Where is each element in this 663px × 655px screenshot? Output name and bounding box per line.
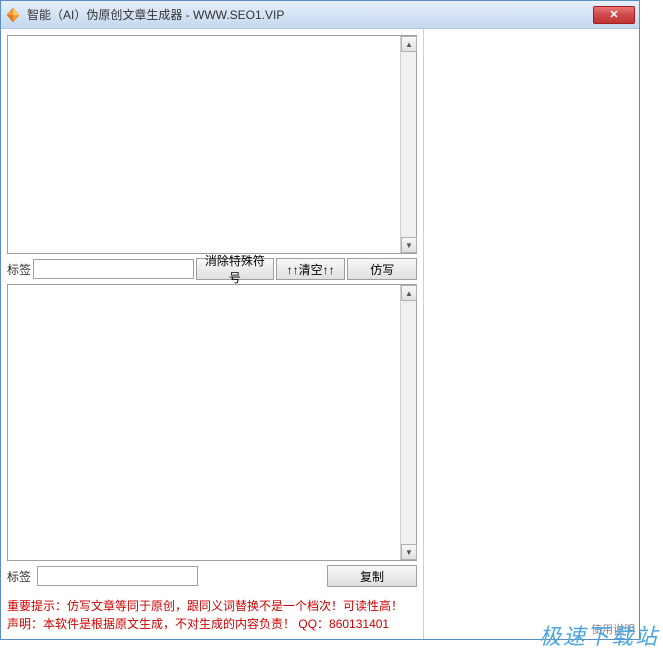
window-title: 智能（AI）伪原创文章生成器 - WWW.SEO1.VIP [27, 6, 593, 23]
output-textarea[interactable] [8, 285, 400, 560]
notice-line-1: 重要提示：仿写文章等同于原创，跟同义词替换不是一个档次！可读性高！ [7, 597, 417, 615]
tag-label-output: 标签 [7, 568, 37, 585]
app-icon [5, 7, 21, 23]
scrollbar-input[interactable]: ▲ ▼ [400, 36, 416, 253]
tag-input-top[interactable] [33, 259, 194, 279]
notice-line-2: 声明：本软件是根据原文生成，不对生成的内容负责！ QQ：860131401 [7, 615, 417, 633]
qq-contact: QQ：860131401 [298, 617, 389, 631]
scrollbar-output[interactable]: ▲ ▼ [400, 285, 416, 560]
disclaimer-text: 声明：本软件是根据原文生成，不对生成的内容负责！ [7, 617, 295, 631]
rewrite-button[interactable]: 仿写 [347, 258, 417, 280]
scroll-down-icon[interactable]: ▼ [401, 544, 417, 560]
input-controls: 标签 消除特殊符号 ↑↑清空↑↑ 仿写 [7, 258, 417, 280]
scroll-up-icon[interactable]: ▲ [401, 285, 417, 301]
close-button[interactable]: ✕ [593, 6, 635, 24]
app-window: 智能（AI）伪原创文章生成器 - WWW.SEO1.VIP ✕ ▲ ▼ 标签 消… [0, 0, 640, 640]
scroll-up-icon[interactable]: ▲ [401, 36, 417, 52]
tag-label-input: 标签 [7, 261, 33, 278]
copy-button[interactable]: 复制 [327, 565, 417, 587]
output-textarea-wrapper: ▲ ▼ [7, 284, 417, 561]
content-area: ▲ ▼ 标签 消除特殊符号 ↑↑清空↑↑ 仿写 ▲ ▼ 标签 [1, 29, 639, 639]
scroll-down-icon[interactable]: ▼ [401, 237, 417, 253]
left-panel: ▲ ▼ 标签 消除特殊符号 ↑↑清空↑↑ 仿写 ▲ ▼ 标签 [1, 29, 423, 639]
remove-special-button[interactable]: 消除特殊符号 [196, 258, 274, 280]
right-panel: 使用说明 [423, 29, 639, 639]
tag-input-bottom[interactable] [37, 566, 198, 586]
close-icon: ✕ [609, 8, 618, 21]
output-controls: 标签 复制 [7, 565, 417, 587]
input-textarea-wrapper: ▲ ▼ [7, 35, 417, 254]
input-textarea[interactable] [8, 36, 400, 253]
clear-button[interactable]: ↑↑清空↑↑ [276, 258, 346, 280]
titlebar[interactable]: 智能（AI）伪原创文章生成器 - WWW.SEO1.VIP ✕ [1, 1, 639, 29]
watermark: 极速下载站 [539, 619, 659, 651]
notice-area: 重要提示：仿写文章等同于原创，跟同义词替换不是一个档次！可读性高！ 声明：本软件… [7, 597, 417, 633]
